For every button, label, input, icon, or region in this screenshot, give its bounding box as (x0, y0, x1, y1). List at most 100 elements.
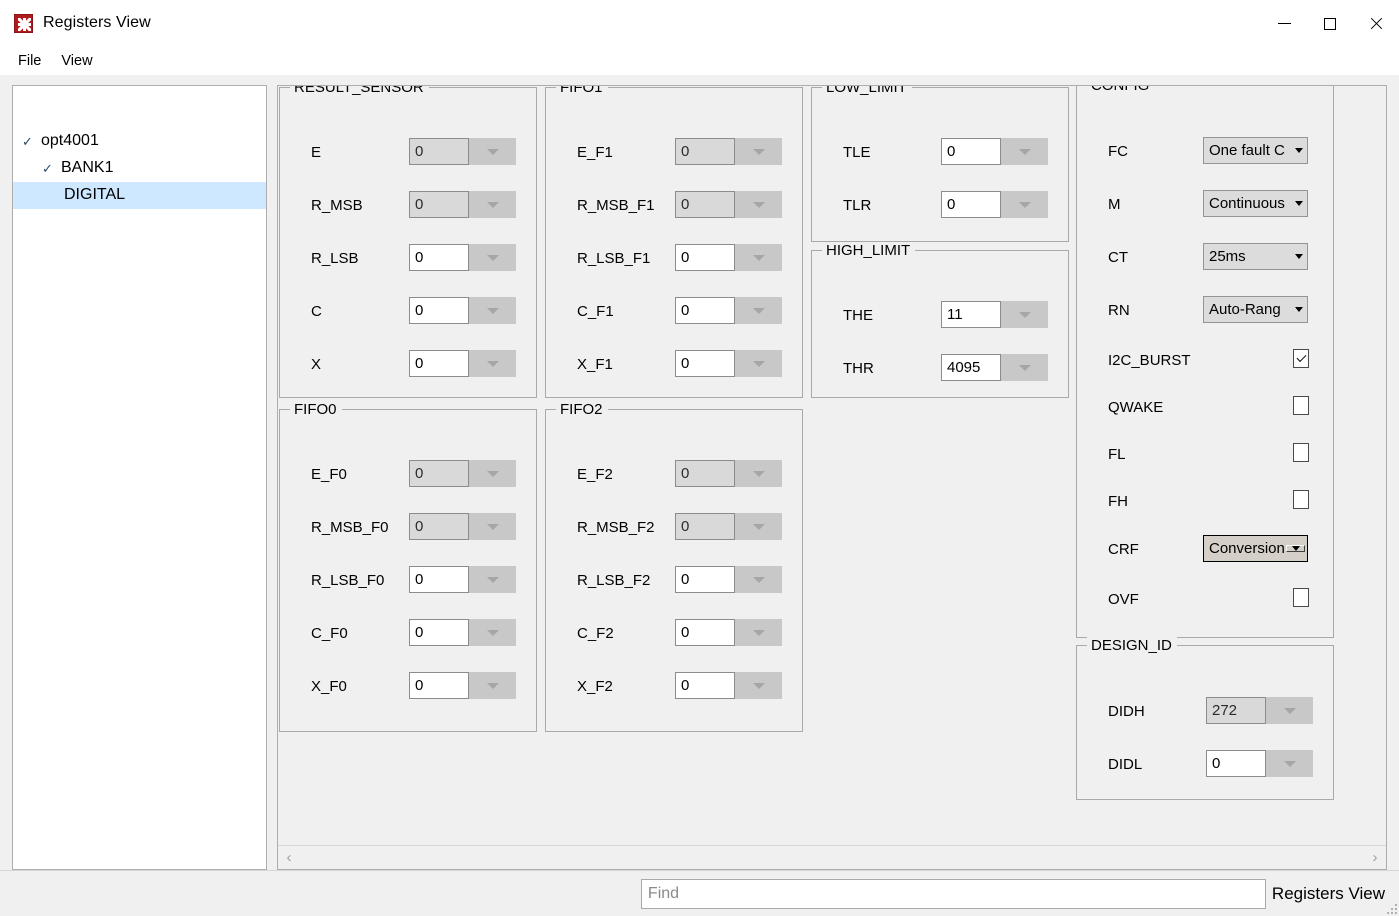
tree-item-opt4001[interactable]: ✓ opt4001 (13, 128, 266, 155)
field-dropdown-x[interactable] (469, 350, 516, 377)
field-dropdown-didl[interactable] (1266, 750, 1313, 777)
scroll-right-arrow-icon[interactable]: › (1364, 846, 1386, 869)
field-c-f2[interactable]: 0 (675, 619, 782, 646)
field-dropdown-c[interactable] (469, 297, 516, 324)
field-input-r-msb-f0[interactable]: 0 (409, 513, 469, 540)
field-dropdown-r-msb[interactable] (469, 191, 516, 218)
find-input[interactable]: Find (641, 879, 1266, 909)
field-r-msb-f1[interactable]: 0 (675, 191, 782, 218)
field-r-msb-f2[interactable]: 0 (675, 513, 782, 540)
field-dropdown-r-lsb-f1[interactable] (735, 244, 782, 271)
field-input-c-f0[interactable]: 0 (409, 619, 469, 646)
field-dropdown-r-lsb[interactable] (469, 244, 516, 271)
field-input-x-f0[interactable]: 0 (409, 672, 469, 699)
scroll-left-arrow-icon[interactable]: ‹ (278, 846, 300, 869)
field-dropdown-e-f0[interactable] (469, 460, 516, 487)
field-input-r-msb-f1[interactable]: 0 (675, 191, 735, 218)
config-combo-ct[interactable]: 25ms (1203, 243, 1308, 270)
field-dropdown-thr[interactable] (1001, 354, 1048, 381)
field-dropdown-r-msb-f0[interactable] (469, 513, 516, 540)
field-dropdown-tle[interactable] (1001, 138, 1048, 165)
chevron-down-icon[interactable]: ✓ (42, 162, 59, 175)
field-input-r-lsb-f0[interactable]: 0 (409, 566, 469, 593)
menu-file[interactable]: File (8, 50, 51, 72)
field-input-x-f1[interactable]: 0 (675, 350, 735, 377)
register-tree-panel[interactable]: ✓ opt4001 ✓ BANK1 DIGITAL (12, 85, 267, 870)
field-dropdown-x-f1[interactable] (735, 350, 782, 377)
field-input-the[interactable]: 11 (941, 301, 1001, 328)
field-dropdown-r-msb-f1[interactable] (735, 191, 782, 218)
field-r-lsb-f0[interactable]: 0 (409, 566, 516, 593)
field-dropdown-x-f2[interactable] (735, 672, 782, 699)
field-e-f2[interactable]: 0 (675, 460, 782, 487)
config-combo-fc[interactable]: One fault C (1203, 137, 1308, 164)
minimize-button[interactable] (1261, 0, 1307, 47)
field-r-lsb[interactable]: 0 (409, 244, 516, 271)
field-input-r-msb-f2[interactable]: 0 (675, 513, 735, 540)
field-dropdown-c-f1[interactable] (735, 297, 782, 324)
field-x-f1[interactable]: 0 (675, 350, 782, 377)
field-didh[interactable]: 272 (1206, 697, 1313, 724)
close-button[interactable] (1353, 0, 1399, 47)
field-dropdown-r-lsb-f2[interactable] (735, 566, 782, 593)
field-dropdown-r-lsb-f0[interactable] (469, 566, 516, 593)
maximize-button[interactable] (1307, 0, 1353, 47)
field-the[interactable]: 11 (941, 301, 1048, 328)
config-combo-rn[interactable]: Auto-Rang (1203, 296, 1308, 323)
chevron-down-icon[interactable] (1286, 545, 1305, 552)
field-input-e-f0[interactable]: 0 (409, 460, 469, 487)
field-input-didl[interactable]: 0 (1206, 750, 1266, 777)
config-checkbox-i2c-burst[interactable] (1293, 349, 1309, 368)
field-r-lsb-f2[interactable]: 0 (675, 566, 782, 593)
field-e-f0[interactable]: 0 (409, 460, 516, 487)
field-input-c[interactable]: 0 (409, 297, 469, 324)
field-dropdown-e-f1[interactable] (735, 138, 782, 165)
field-input-e-f1[interactable]: 0 (675, 138, 735, 165)
field-input-tlr[interactable]: 0 (941, 191, 1001, 218)
field-dropdown-tlr[interactable] (1001, 191, 1048, 218)
field-dropdown-e[interactable] (469, 138, 516, 165)
field-input-tle[interactable]: 0 (941, 138, 1001, 165)
field-input-didh[interactable]: 272 (1206, 697, 1266, 724)
config-checkbox-ovf[interactable] (1293, 588, 1309, 607)
field-dropdown-c-f2[interactable] (735, 619, 782, 646)
resize-grip-icon[interactable] (1385, 902, 1397, 914)
field-dropdown-the[interactable] (1001, 301, 1048, 328)
field-input-r-lsb-f1[interactable]: 0 (675, 244, 735, 271)
field-dropdown-c-f0[interactable] (469, 619, 516, 646)
config-checkbox-fl[interactable] (1293, 443, 1309, 462)
config-combo-m[interactable]: Continuous (1203, 190, 1308, 217)
scrollbar-track[interactable] (300, 846, 1364, 869)
field-input-x[interactable]: 0 (409, 350, 469, 377)
field-e-f1[interactable]: 0 (675, 138, 782, 165)
field-x-f0[interactable]: 0 (409, 672, 516, 699)
field-x[interactable]: 0 (409, 350, 516, 377)
field-tle[interactable]: 0 (941, 138, 1048, 165)
field-input-c-f1[interactable]: 0 (675, 297, 735, 324)
field-dropdown-didh[interactable] (1266, 697, 1313, 724)
tree-item-bank1[interactable]: ✓ BANK1 (13, 155, 266, 182)
field-input-e-f2[interactable]: 0 (675, 460, 735, 487)
field-didl[interactable]: 0 (1206, 750, 1313, 777)
field-input-e[interactable]: 0 (409, 138, 469, 165)
field-r-lsb-f1[interactable]: 0 (675, 244, 782, 271)
field-c-f1[interactable]: 0 (675, 297, 782, 324)
chevron-down-icon[interactable]: ✓ (22, 135, 39, 148)
field-dropdown-r-msb-f2[interactable] (735, 513, 782, 540)
field-input-r-lsb-f2[interactable]: 0 (675, 566, 735, 593)
field-thr[interactable]: 4095 (941, 354, 1048, 381)
field-input-c-f2[interactable]: 0 (675, 619, 735, 646)
field-r-msb[interactable]: 0 (409, 191, 516, 218)
field-input-thr[interactable]: 4095 (941, 354, 1001, 381)
field-tlr[interactable]: 0 (941, 191, 1048, 218)
horizontal-scrollbar[interactable]: ‹ › (278, 845, 1386, 869)
field-x-f2[interactable]: 0 (675, 672, 782, 699)
menu-view[interactable]: View (51, 50, 102, 72)
field-input-x-f2[interactable]: 0 (675, 672, 735, 699)
field-r-msb-f0[interactable]: 0 (409, 513, 516, 540)
field-c-f0[interactable]: 0 (409, 619, 516, 646)
config-checkbox-qwake[interactable] (1293, 396, 1309, 415)
field-e[interactable]: 0 (409, 138, 516, 165)
field-dropdown-x-f0[interactable] (469, 672, 516, 699)
field-c[interactable]: 0 (409, 297, 516, 324)
